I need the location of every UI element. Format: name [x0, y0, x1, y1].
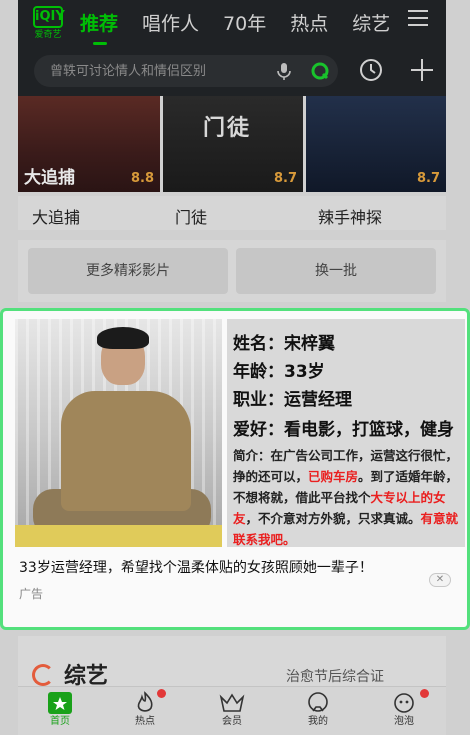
variety-section-header: 综艺 治愈节后综合证 [18, 636, 446, 689]
bubble-icon [394, 693, 414, 713]
iqiyi-logo[interactable]: iQIY 爱奇艺 [30, 6, 66, 44]
variety-icon [32, 664, 54, 686]
movie-title[interactable]: 辣手神探 [318, 204, 382, 228]
tab-singer[interactable]: 唱作人 [142, 9, 199, 36]
nav-bubble[interactable]: 泡泡 [374, 687, 434, 735]
poster-movie-3[interactable]: 8.7 [306, 96, 446, 192]
logo-text: 爱奇艺 [34, 30, 62, 40]
app-screen: iQIY 爱奇艺 推荐 唱作人 70年 热点 综艺 曾轶可讨论情人和情侣区别 大… [0, 0, 470, 735]
tab-variety[interactable]: 综艺 [352, 9, 390, 36]
scan-icon[interactable] [310, 61, 330, 81]
nav-home[interactable]: 首页 [30, 687, 90, 735]
movie-posters: 大追捕 8.8 门徒 8.7 8.7 [18, 96, 446, 192]
nav-label: 我的 [308, 716, 328, 727]
profile-hobby: 爱好：看电影，打篮球，健身 [233, 420, 454, 440]
ad-profile: 姓名：宋梓翼 年龄：33岁 职业：运营经理 爱好：看电影，打篮球，健身 简介：在… [227, 319, 465, 547]
poster-movie-1[interactable]: 大追捕 8.8 [18, 96, 160, 192]
nav-label: 泡泡 [394, 716, 414, 727]
nav-label: 会员 [222, 716, 242, 727]
tab-hot[interactable]: 热点 [290, 9, 328, 36]
channel-tabs: 推荐 唱作人 70年 热点 综艺 [80, 0, 414, 45]
ad-label: 广告 [19, 587, 44, 601]
ad-card[interactable]: 姓名：宋梓翼 年龄：33岁 职业：运营经理 爱好：看电影，打篮球，健身 简介：在… [0, 308, 470, 630]
more-movies-button[interactable]: 更多精彩影片 [28, 248, 228, 294]
movie-titles-row: 大追捕 门徒 辣手神探 [18, 196, 446, 230]
ad-photo [15, 319, 222, 547]
poster-score: 8.7 [273, 171, 297, 186]
nav-mine[interactable]: 我的 [288, 687, 348, 735]
nav-label: 热点 [135, 716, 155, 727]
refresh-button[interactable]: 换一批 [236, 248, 436, 294]
profile-icon [308, 692, 328, 712]
notification-dot [157, 689, 166, 698]
mic-icon[interactable] [274, 61, 294, 81]
top-header: iQIY 爱奇艺 推荐 唱作人 70年 热点 综艺 [18, 0, 446, 96]
profile-name: 姓名：宋梓翼 [233, 334, 335, 354]
search-bar[interactable] [34, 55, 338, 87]
profile-age: 年龄：33岁 [233, 362, 325, 382]
poster-movie-2[interactable]: 门徒 8.7 [163, 96, 303, 192]
flame-icon [137, 691, 153, 712]
home-icon [48, 692, 72, 714]
profile-description: 简介：在广告公司工作，运营这行很忙，挣的还可以，已购车房。到了适婚年龄，不想将就… [233, 448, 459, 547]
close-icon[interactable]: ✕ [429, 573, 451, 587]
crown-icon [219, 693, 245, 712]
poster-title: 门徒 [203, 116, 252, 141]
history-icon[interactable] [358, 57, 384, 83]
movie-title[interactable]: 大追捕 [32, 204, 80, 228]
logo-mark: iQIY [33, 6, 65, 28]
menu-icon[interactable] [408, 10, 428, 30]
section-more-link[interactable]: 治愈节后综合证 [286, 666, 384, 686]
movie-title[interactable]: 门徒 [175, 204, 207, 228]
nav-label: 首页 [50, 716, 70, 727]
tab-recommend[interactable]: 推荐 [80, 9, 118, 45]
search-input[interactable] [50, 55, 270, 87]
tab-70-years[interactable]: 70年 [223, 9, 266, 36]
poster-title: 大追捕 [24, 168, 75, 188]
notification-dot [420, 689, 429, 698]
poster-score: 8.7 [416, 171, 440, 186]
movie-actions: 更多精彩影片 换一批 [18, 240, 446, 302]
poster-score: 8.8 [130, 171, 154, 186]
profile-job: 职业：运营经理 [233, 390, 352, 410]
nav-vip[interactable]: 会员 [202, 687, 262, 735]
nav-hot[interactable]: 热点 [115, 687, 175, 735]
bottom-navigation: 首页 热点 会员 我的 泡泡 [18, 686, 446, 735]
plus-icon[interactable] [410, 57, 434, 83]
ad-caption[interactable]: 33岁运营经理，希望找个温柔体贴的女孩照顾她一辈子！ [19, 557, 373, 577]
